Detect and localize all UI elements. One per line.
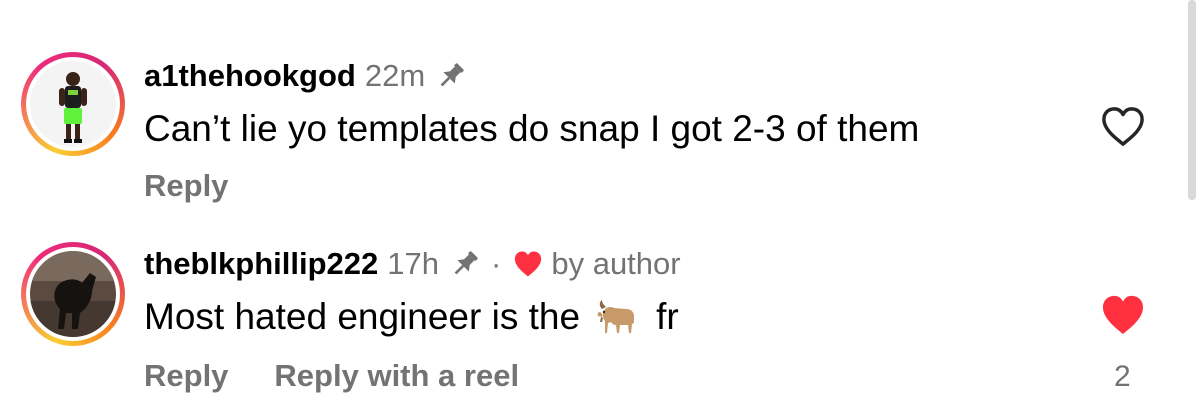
comment-text: Most hated engineer is the — [144, 296, 581, 337]
avatar-ring[interactable] — [21, 52, 125, 156]
like-button[interactable] — [1100, 106, 1146, 153]
comment-username[interactable]: a1thehookgod — [144, 58, 356, 94]
comment-timestamp: 22m — [364, 58, 426, 93]
liked-by-author-label: by author — [551, 246, 681, 281]
goat-emoji-icon — [596, 297, 640, 337]
like-button[interactable] — [1100, 294, 1146, 341]
scrollbar[interactable] — [1188, 0, 1196, 200]
avatar[interactable] — [30, 251, 116, 337]
comment-text: Can’t lie yo templates do snap I got 2-3… — [144, 108, 920, 149]
like-count: 2 — [1114, 360, 1131, 393]
reply-with-reel-button[interactable]: Reply with a reel — [274, 358, 519, 394]
reply-button[interactable]: Reply — [144, 358, 228, 394]
comment-timestamp: 17h — [387, 246, 440, 281]
comment-text-end: fr — [656, 296, 679, 337]
heart-filled-icon — [513, 250, 543, 278]
separator-dot: · — [491, 246, 502, 281]
avatar-ring[interactable] — [21, 242, 125, 346]
pin-icon — [435, 60, 467, 92]
pin-icon — [449, 248, 481, 280]
reply-button[interactable]: Reply — [144, 168, 228, 204]
heart-outline-icon — [1102, 107, 1144, 146]
heart-filled-icon — [1102, 295, 1144, 335]
avatar[interactable] — [30, 61, 116, 147]
comment-username[interactable]: theblkphillip222 — [144, 246, 378, 282]
